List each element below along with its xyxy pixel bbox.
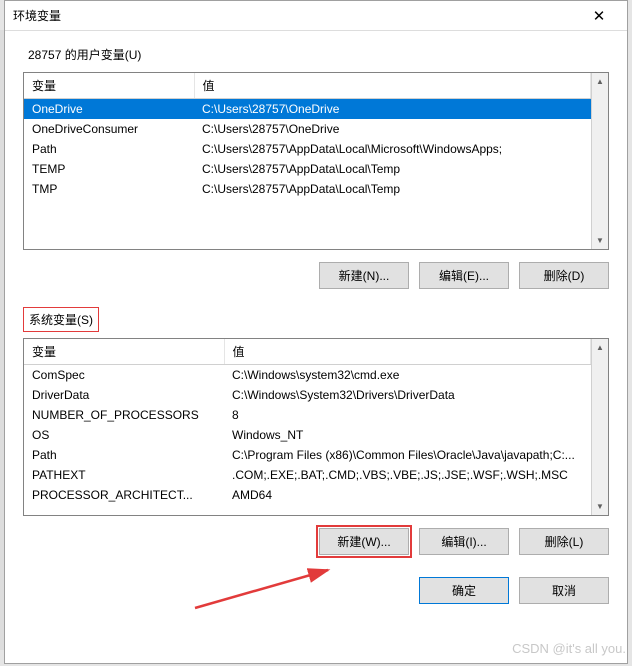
table-row[interactable]: DriverData C:\Windows\System32\Drivers\D… bbox=[24, 385, 591, 405]
scroll-up-icon[interactable]: ▲ bbox=[592, 339, 608, 356]
system-table-scrollbar[interactable]: ▲ ▼ bbox=[591, 339, 608, 515]
scroll-up-icon[interactable]: ▲ bbox=[592, 73, 608, 90]
user-table-scrollbar[interactable]: ▲ ▼ bbox=[591, 73, 608, 249]
table-row[interactable]: Path C:\Users\28757\AppData\Local\Micros… bbox=[24, 139, 591, 159]
table-row[interactable]: TEMP C:\Users\28757\AppData\Local\Temp bbox=[24, 159, 591, 179]
user-vars-table[interactable]: 变量 值 OneDrive C:\Users\28757\OneDrive On… bbox=[23, 72, 609, 250]
col-header-value[interactable]: 值 bbox=[224, 339, 591, 365]
cancel-button[interactable]: 取消 bbox=[519, 577, 609, 604]
col-header-value[interactable]: 值 bbox=[194, 73, 591, 99]
scroll-down-icon[interactable]: ▼ bbox=[592, 498, 608, 515]
table-row[interactable]: Path C:\Program Files (x86)\Common Files… bbox=[24, 445, 591, 465]
system-new-button[interactable]: 新建(W)... bbox=[319, 528, 409, 555]
table-row[interactable]: ComSpec C:\Windows\system32\cmd.exe bbox=[24, 365, 591, 386]
scroll-down-icon[interactable]: ▼ bbox=[592, 232, 608, 249]
col-header-variable[interactable]: 变量 bbox=[24, 73, 194, 99]
watermark: CSDN @it's all you. bbox=[512, 641, 626, 656]
user-vars-label: 28757 的用户变量(U) bbox=[23, 43, 146, 66]
dialog-title: 环境变量 bbox=[13, 7, 579, 24]
table-row[interactable]: OneDrive C:\Users\28757\OneDrive bbox=[24, 99, 591, 120]
env-vars-dialog: 环境变量 ✕ 28757 的用户变量(U) 变量 值 OneDrive C:\U… bbox=[4, 0, 628, 664]
table-row[interactable]: PROCESSOR_ARCHITECT... AMD64 bbox=[24, 485, 591, 505]
user-new-button[interactable]: 新建(N)... bbox=[319, 262, 409, 289]
system-edit-button[interactable]: 编辑(I)... bbox=[419, 528, 509, 555]
table-row[interactable]: OneDriveConsumer C:\Users\28757\OneDrive bbox=[24, 119, 591, 139]
system-delete-button[interactable]: 删除(L) bbox=[519, 528, 609, 555]
col-header-variable[interactable]: 变量 bbox=[24, 339, 224, 365]
table-row[interactable]: PATHEXT .COM;.EXE;.BAT;.CMD;.VBS;.VBE;.J… bbox=[24, 465, 591, 485]
table-row[interactable]: NUMBER_OF_PROCESSORS 8 bbox=[24, 405, 591, 425]
table-row[interactable]: OS Windows_NT bbox=[24, 425, 591, 445]
system-vars-table[interactable]: 变量 值 ComSpec C:\Windows\system32\cmd.exe… bbox=[23, 338, 609, 516]
titlebar: 环境变量 ✕ bbox=[5, 1, 627, 31]
user-delete-button[interactable]: 删除(D) bbox=[519, 262, 609, 289]
ok-button[interactable]: 确定 bbox=[419, 577, 509, 604]
user-edit-button[interactable]: 编辑(E)... bbox=[419, 262, 509, 289]
table-row[interactable]: TMP C:\Users\28757\AppData\Local\Temp bbox=[24, 179, 591, 199]
system-vars-label: 系统变量(S) bbox=[23, 307, 99, 332]
close-icon[interactable]: ✕ bbox=[579, 2, 619, 30]
